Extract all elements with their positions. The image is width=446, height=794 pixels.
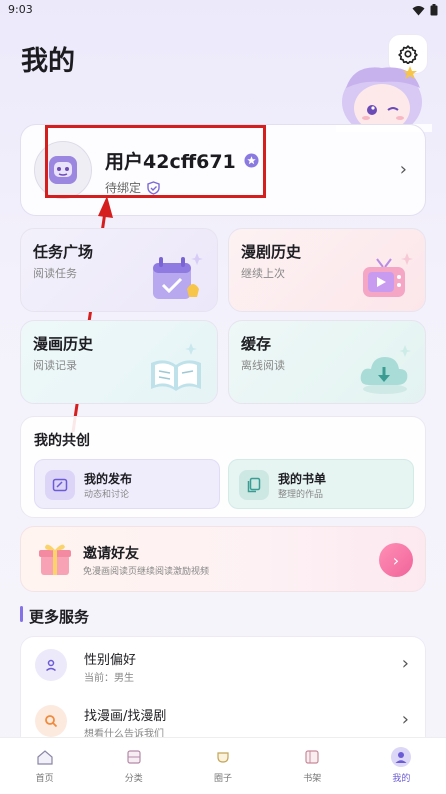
bottom-nav: 首页 分类 圈子 书架 我的 — [0, 737, 446, 794]
circle-icon — [212, 746, 234, 768]
my-posts-desc: 动态和讨论 — [84, 490, 130, 500]
profile-icon — [390, 746, 412, 768]
nav-label: 分类 — [124, 774, 143, 784]
cloud-download-icon — [360, 345, 411, 394]
tv-icon — [363, 253, 413, 297]
tile-subtitle: 阅读任务 — [33, 267, 77, 280]
nav-label: 书架 — [303, 774, 322, 784]
open-book-icon — [151, 343, 201, 391]
nav-label: 我的 — [392, 774, 411, 784]
invite-arrow-button[interactable]: › — [379, 543, 413, 577]
invite-desc: 免漫画阅读页继续阅读激励视频 — [83, 567, 210, 577]
tile-title: 缓存 — [241, 335, 272, 353]
service-title: 找漫画/找漫剧 — [84, 709, 167, 724]
invite-title: 邀请好友 — [83, 546, 139, 562]
chevron-right-icon: › — [401, 653, 409, 674]
calendar-icon — [153, 253, 203, 299]
search-icon — [35, 705, 67, 737]
tile-comic-history[interactable]: 漫画历史 阅读记录 — [20, 320, 218, 404]
my-posts-label: 我的发布 — [84, 472, 133, 486]
tile-drama-history[interactable]: 漫剧历史 继续上次 — [228, 228, 426, 312]
invite-friends-card[interactable]: 邀请好友 免漫画阅读页继续阅读激励视频 › — [20, 526, 426, 592]
tile-subtitle: 阅读记录 — [33, 359, 77, 372]
service-gender-preference[interactable]: 性别偏好 当前：男生 › — [21, 637, 425, 693]
my-booklist-label: 我的书单 — [278, 472, 327, 486]
category-icon — [123, 746, 145, 768]
bookshelf-icon — [301, 746, 323, 768]
booklist-icon — [239, 470, 269, 500]
service-subtitle: 当前：男生 — [84, 673, 134, 684]
nav-home[interactable]: 首页 — [0, 738, 89, 794]
section-accent-bar — [20, 606, 23, 622]
tile-title: 漫画历史 — [33, 335, 94, 353]
tile-title: 任务广场 — [33, 243, 94, 261]
tile-subtitle: 继续上次 — [241, 267, 285, 280]
nav-label: 圈子 — [214, 774, 233, 784]
gift-icon — [39, 544, 71, 575]
home-icon — [34, 746, 56, 768]
person-icon — [35, 649, 67, 681]
post-icon — [45, 470, 75, 500]
tile-subtitle: 离线阅读 — [241, 359, 285, 372]
service-title: 性别偏好 — [84, 653, 137, 668]
nav-label: 首页 — [35, 774, 54, 784]
my-booklist-desc: 整理的作品 — [278, 490, 324, 500]
tile-cache[interactable]: 缓存 离线阅读 — [228, 320, 426, 404]
nav-circle[interactable]: 圈子 — [178, 738, 267, 794]
chevron-right-icon: › — [401, 709, 409, 730]
section-title: 我的共创 — [34, 433, 90, 449]
my-cocreation-card: 我的共创 我的发布 动态和讨论 我的书单 整理的作品 — [20, 416, 426, 518]
my-posts-button[interactable]: 我的发布 动态和讨论 — [34, 459, 220, 509]
nav-mine[interactable]: 我的 — [357, 738, 446, 794]
nav-category[interactable]: 分类 — [89, 738, 178, 794]
chevron-right-icon: › — [392, 550, 400, 570]
more-services-list: 性别偏好 当前：男生 › 找漫画/找漫剧 想看什么告诉我们 › — [20, 636, 426, 746]
my-booklist-button[interactable]: 我的书单 整理的作品 — [228, 459, 414, 509]
more-services-title: 更多服务 — [29, 608, 90, 626]
tile-task-square[interactable]: 任务广场 阅读任务 — [20, 228, 218, 312]
nav-bookshelf[interactable]: 书架 — [268, 738, 357, 794]
tile-title: 漫剧历史 — [241, 243, 302, 261]
